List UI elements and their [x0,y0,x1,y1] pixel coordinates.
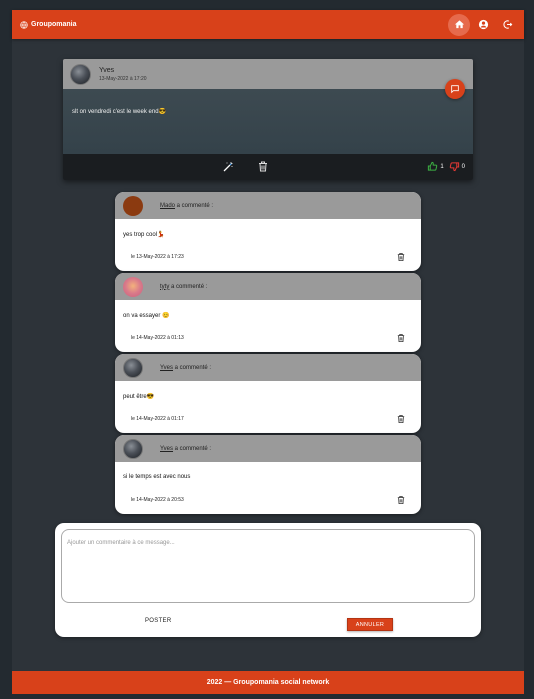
dislike-count: 0 [461,163,465,170]
author-link[interactable]: Yves [160,365,173,371]
comment-date: le 14-May-2022 à 01:13 [131,335,184,341]
comment-card: tyty a commenté : on va essayer 😊 le 14-… [115,273,421,352]
post-button[interactable]: POSTER [145,618,171,624]
account-button[interactable] [472,14,494,36]
post-body: slt on vendredi c'est le week end😎 [63,89,473,154]
comment-date: le 14-May-2022 à 01:17 [131,416,184,422]
comment-author-suffix: a commenté : [175,202,214,209]
comment-card: Mado a commenté : yes trop cool💃 le 13-M… [115,192,421,271]
header-nav [448,13,518,36]
cancel-button[interactable]: ANNULER [347,618,393,631]
comment-footer: le 14-May-2022 à 20:53 [115,492,421,514]
comment-author-suffix: a commenté : [173,364,212,371]
footer-text: 2022 — Groupomania social network [206,679,330,686]
comment-header: Yves a commenté : [115,435,421,462]
comment-text: on va essayer 😊 [123,313,170,319]
account-icon [478,19,488,30]
avatar [123,195,143,216]
comment-author-suffix: a commenté : [169,283,208,290]
trash-icon[interactable] [397,414,405,424]
post-author: Yves [99,66,115,74]
trash-icon[interactable] [397,252,405,262]
author-link[interactable]: Mado [160,203,175,209]
trash-icon[interactable] [397,333,405,343]
comment-text: yes trop cool💃 [123,232,165,238]
avatar [123,438,143,459]
thumbs-down-icon[interactable] [449,161,460,172]
brand-logo[interactable]: Groupomania [20,20,77,29]
trash-icon[interactable] [258,161,268,172]
comment-text: si le temps est avec nous [123,474,191,480]
comment-text: peut être😎 [123,394,155,400]
comment-footer: le 14-May-2022 à 01:13 [115,330,421,352]
comment-footer: le 14-May-2022 à 01:17 [115,411,421,433]
home-icon [454,20,464,29]
avatar [123,276,143,297]
comment-icon [451,85,459,94]
brand-name: Groupomania [31,21,77,28]
comment-author: Yves a commenté : [160,446,211,452]
trash-icon[interactable] [397,495,405,505]
author-link[interactable]: tyty [160,284,169,290]
comment-author: tyty a commenté : [160,284,207,290]
post-date: 13-May-2022 à 17:20 [99,75,147,82]
post-text: slt on vendredi c'est le week end😎 [72,109,166,115]
globe-icon [20,20,28,29]
comment-date: le 13-May-2022 à 17:23 [131,254,184,260]
comment-button[interactable] [445,79,465,99]
avatar [70,63,91,85]
avatar [123,357,143,378]
comment-author-suffix: a commenté : [173,445,212,452]
comment-footer: le 13-May-2022 à 17:23 [115,249,421,271]
logout-button[interactable] [496,14,518,36]
thumbs-up-icon[interactable] [427,161,438,172]
post-actions: 1 0 [63,154,473,180]
app-header: Groupomania [12,10,524,39]
comment-author: Mado a commenté : [160,203,213,209]
comment-header: tyty a commenté : [115,273,421,300]
post-card: Yves 13-May-2022 à 17:20 slt on vendredi… [63,59,473,180]
comment-header: Yves a commenté : [115,354,421,381]
logout-icon [503,20,512,29]
post-header: Yves 13-May-2022 à 17:20 [63,59,473,99]
comment-date: le 14-May-2022 à 20:53 [131,497,184,503]
comment-header: Mado a commenté : [115,192,421,219]
comment-card: Yves a commenté : peut être😎 le 14-May-2… [115,354,421,433]
comment-author: Yves a commenté : [160,365,211,371]
author-link[interactable]: Yves [160,446,173,452]
reactions: 1 0 [427,161,468,172]
home-button[interactable] [448,13,470,36]
app-footer: 2022 — Groupomania social network [12,671,524,694]
add-comment-form: POSTER ANNULER [55,523,481,637]
comment-input[interactable] [61,529,475,603]
like-count: 1 [440,163,444,170]
magic-wand-icon[interactable] [222,161,234,173]
post-meta: Yves 13-May-2022 à 17:20 [99,67,147,82]
comment-card: Yves a commenté : si le temps est avec n… [115,435,421,514]
